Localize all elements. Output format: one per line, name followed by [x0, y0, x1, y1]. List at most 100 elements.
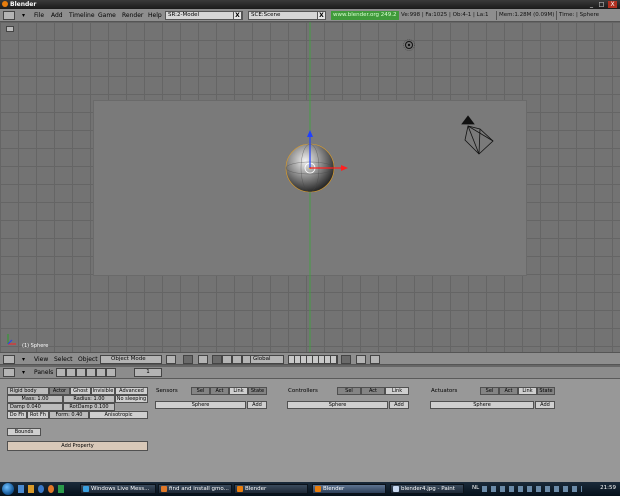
- controllers-act-toggle[interactable]: Act: [361, 387, 385, 395]
- chevron-down-icon[interactable]: ▾: [22, 369, 25, 376]
- radius-field[interactable]: Radius: 1.00: [63, 395, 115, 403]
- windows-taskbar: Windows Live Mess... find and install gm…: [0, 482, 620, 496]
- sensors-state-toggle[interactable]: State: [248, 387, 267, 395]
- task-browser[interactable]: find and install gmo...: [158, 484, 232, 494]
- add-property-button[interactable]: Add Property: [7, 441, 148, 451]
- chevron-down-icon[interactable]: ▾: [22, 12, 25, 19]
- controllers-sel-toggle[interactable]: Sel: [337, 387, 361, 395]
- show-desktop-icon[interactable]: [18, 485, 24, 493]
- damp-field[interactable]: Damp 0.040: [7, 403, 63, 411]
- actor-toggle[interactable]: Actor: [49, 387, 70, 395]
- sensors-act-toggle[interactable]: Act: [210, 387, 229, 395]
- rotate-icon[interactable]: [222, 355, 232, 364]
- manipulator-toggle-icon[interactable]: [198, 355, 208, 364]
- actuators-object-button[interactable]: Sphere: [430, 401, 534, 409]
- layer-buttons[interactable]: [288, 355, 338, 364]
- language-indicator[interactable]: NL: [472, 485, 479, 491]
- frame-value: 1: [146, 369, 150, 375]
- panels-menu[interactable]: Panels: [34, 369, 53, 376]
- shading-context-icon[interactable]: [76, 368, 86, 377]
- close-button[interactable]: X: [608, 1, 617, 8]
- rotdamp-field[interactable]: RotDamp 0.100: [63, 403, 115, 411]
- clock[interactable]: 21:59: [600, 485, 616, 491]
- editor-type-icon[interactable]: [3, 11, 15, 20]
- form-field[interactable]: Form: 0.40: [49, 411, 89, 419]
- controllers-link-toggle[interactable]: Link: [385, 387, 409, 395]
- scene-context-icon[interactable]: [106, 368, 116, 377]
- scale-icon[interactable]: [232, 355, 242, 364]
- advanced-button[interactable]: Advanced: [115, 387, 148, 395]
- task-label: find and install gmo...: [169, 486, 229, 492]
- actuators-link-toggle[interactable]: Link: [518, 387, 537, 395]
- editing-context-icon[interactable]: [96, 368, 106, 377]
- orientation-selector[interactable]: Global: [250, 355, 284, 364]
- no-sleeping-toggle[interactable]: No sleeping: [115, 395, 148, 403]
- editor-type-icon[interactable]: [3, 355, 15, 364]
- axis-indicator-icon: [7, 334, 16, 345]
- task-messenger[interactable]: Windows Live Mess...: [80, 484, 156, 494]
- paint-icon: [393, 486, 399, 492]
- controllers-object-button[interactable]: Sphere: [287, 401, 388, 409]
- pivot-icon[interactable]: [183, 355, 193, 364]
- render-preview-icon[interactable]: [356, 355, 366, 364]
- object-context-icon[interactable]: [86, 368, 96, 377]
- quicklaunch-icon[interactable]: [28, 485, 34, 493]
- physics-type-select[interactable]: Rigid body: [7, 387, 49, 395]
- mass-field[interactable]: Mass: 1.00: [7, 395, 63, 403]
- logic-context-icon[interactable]: [56, 368, 66, 377]
- maximize-button[interactable]: □: [597, 1, 606, 8]
- task-label: Windows Live Mess...: [91, 486, 150, 492]
- sensors-add-button[interactable]: Add: [247, 401, 267, 409]
- actuators-add-button[interactable]: Add: [535, 401, 555, 409]
- menu-help[interactable]: Help: [148, 12, 162, 19]
- editor-type-icon[interactable]: [3, 368, 15, 377]
- menu-timeline[interactable]: Timeline: [69, 12, 95, 19]
- quicklaunch-icon[interactable]: [58, 485, 64, 493]
- menu-add[interactable]: Add: [51, 12, 63, 19]
- chevron-down-icon[interactable]: ▾: [22, 356, 25, 363]
- ghost-toggle[interactable]: Ghost: [70, 387, 91, 395]
- menu-view[interactable]: View: [34, 356, 48, 363]
- minimize-button[interactable]: _: [587, 1, 596, 8]
- task-blender-2[interactable]: Blender: [312, 484, 386, 494]
- anisotropic-toggle[interactable]: Anisotropic: [89, 411, 148, 419]
- draw-type-icon[interactable]: [166, 355, 176, 364]
- start-button-icon[interactable]: [2, 483, 14, 495]
- actuators-state-toggle[interactable]: State: [537, 387, 555, 395]
- tray-icons[interactable]: [482, 486, 582, 492]
- blender-app-icon: [2, 1, 8, 7]
- rot-fh-toggle[interactable]: Rot Fh: [27, 411, 49, 419]
- blender-url[interactable]: www.blender.org 249.2: [331, 11, 399, 20]
- sensors-link-toggle[interactable]: Link: [229, 387, 248, 395]
- render-icon[interactable]: [370, 355, 380, 364]
- scene-delete-button[interactable]: X: [317, 11, 326, 20]
- sensors-sel-toggle[interactable]: Sel: [191, 387, 210, 395]
- task-paint[interactable]: blender4.jpg - Paint: [390, 484, 464, 494]
- menu-render[interactable]: Render: [122, 12, 143, 19]
- browser-icon[interactable]: [38, 485, 44, 493]
- mode-selector[interactable]: Object Mode: [100, 355, 162, 364]
- screen-selector[interactable]: SR:2-Model: [165, 11, 243, 20]
- frame-field[interactable]: 1: [134, 368, 162, 377]
- translate-icon[interactable]: [212, 355, 222, 364]
- controllers-add-button[interactable]: Add: [389, 401, 409, 409]
- 3d-viewport[interactable]: (1) Sphere: [0, 22, 620, 352]
- menu-select[interactable]: Select: [54, 356, 73, 363]
- invisible-toggle[interactable]: Invisible: [91, 387, 115, 395]
- bounds-toggle[interactable]: Bounds: [7, 428, 41, 436]
- menu-game[interactable]: Game: [98, 12, 116, 19]
- do-fh-toggle[interactable]: Do Fh: [7, 411, 27, 419]
- lock-icon[interactable]: [341, 355, 351, 364]
- blender-icon: [237, 486, 243, 492]
- script-context-icon[interactable]: [66, 368, 76, 377]
- actuators-sel-toggle[interactable]: Sel: [480, 387, 499, 395]
- firefox-icon[interactable]: [48, 485, 54, 493]
- controllers-title: Controllers: [288, 388, 318, 394]
- menu-object[interactable]: Object: [78, 356, 98, 363]
- task-blender-1[interactable]: Blender: [234, 484, 308, 494]
- screen-delete-button[interactable]: X: [233, 11, 242, 20]
- sensors-object-button[interactable]: Sphere: [155, 401, 246, 409]
- scene-selector[interactable]: SCE:Scene: [248, 11, 326, 20]
- menu-file[interactable]: File: [34, 12, 44, 19]
- actuators-act-toggle[interactable]: Act: [499, 387, 518, 395]
